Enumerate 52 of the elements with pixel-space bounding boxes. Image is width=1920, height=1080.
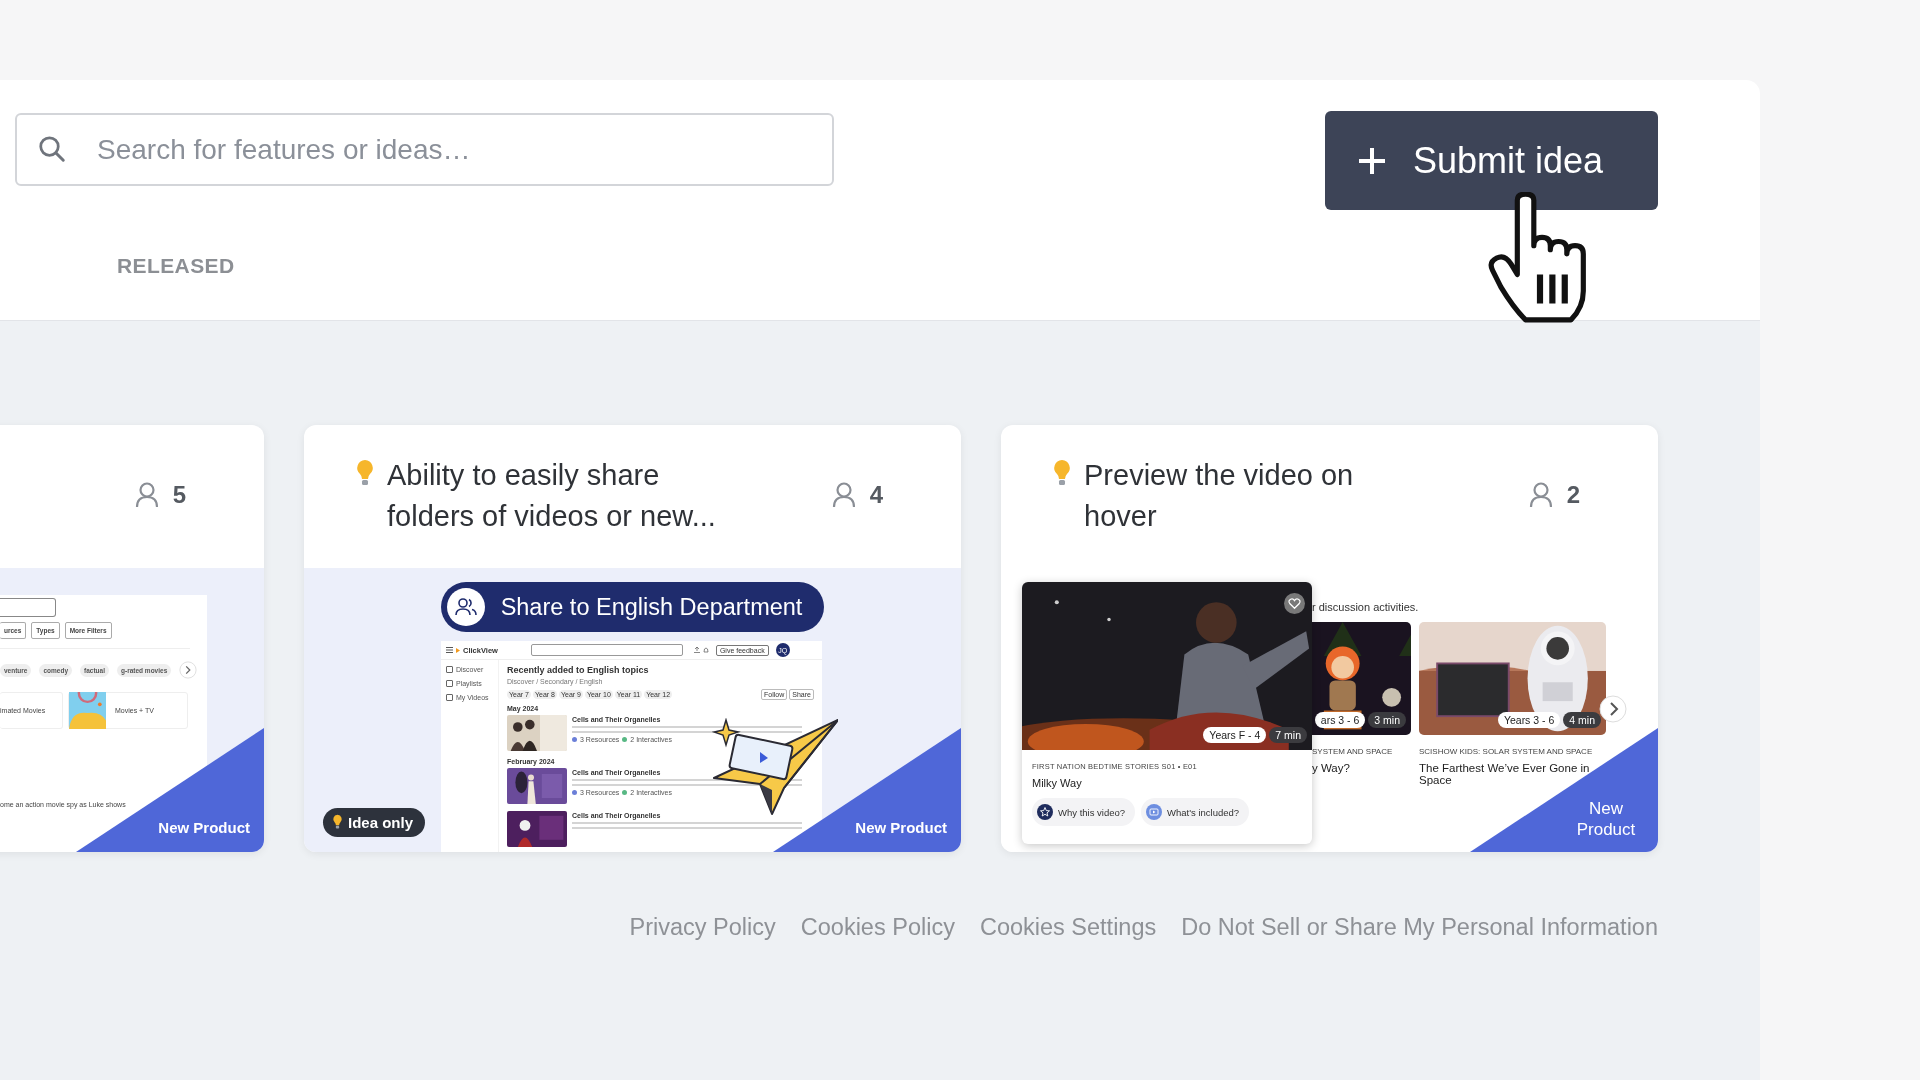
- share-pill: Share to English Department: [440, 582, 825, 632]
- person-icon: [831, 482, 856, 508]
- lightbulb-icon: [332, 814, 343, 830]
- chevron-right-icon: [179, 661, 198, 679]
- dot-icon: [622, 737, 628, 742]
- vote-count: 5: [172, 481, 186, 509]
- new-product-label: New Product: [158, 819, 250, 836]
- video-title: Milky Way: [1032, 777, 1083, 789]
- menu-icon: [446, 647, 453, 653]
- footer-link[interactable]: Privacy Policy: [629, 914, 776, 941]
- search-field: [0, 598, 56, 617]
- dot-icon: [572, 737, 577, 742]
- info-button: What's included?: [1141, 798, 1250, 826]
- footer-link[interactable]: Cookies Settings: [979, 914, 1157, 941]
- video-title: y Way?: [1312, 762, 1351, 774]
- search-field[interactable]: Search for features or ideas…: [15, 113, 834, 186]
- bell-icon: [702, 647, 709, 653]
- vote-count: 2: [1566, 481, 1580, 509]
- age-badge: Years 3 - 6: [1497, 712, 1561, 728]
- plus-icon: [1357, 145, 1387, 176]
- star-icon: [1037, 804, 1053, 820]
- duration-badge: 3 min: [1368, 712, 1406, 728]
- lightbulb-icon: [1052, 459, 1072, 487]
- idea-card[interactable]: [304, 425, 961, 852]
- idea-only-badge: Idea only: [323, 808, 426, 837]
- upload-icon: [693, 647, 700, 653]
- play-icon: [1146, 804, 1163, 820]
- dot-icon: [572, 790, 577, 795]
- series-label: SCISHOW KIDS: SOLAR SYSTEM AND SPACE: [1419, 747, 1594, 756]
- person-icon: [1528, 482, 1553, 508]
- logo-mark-icon: [456, 647, 460, 653]
- chevron-right-icon: [1599, 695, 1627, 723]
- search-icon: [37, 134, 67, 164]
- lightbulb-icon: [355, 459, 375, 487]
- info-button: Why this video?: [1032, 798, 1136, 826]
- new-product-label: New Product: [1575, 798, 1637, 840]
- duration-badge: 4 min: [1563, 712, 1601, 728]
- footer-link[interactable]: Do Not Sell or Share My Personal Information: [1181, 914, 1658, 941]
- series-label: SYSTEM AND SPACE: [1312, 747, 1394, 756]
- tab[interactable]: RELEASED: [117, 254, 235, 287]
- card-title: Preview the video on hover: [1084, 458, 1355, 534]
- footer-link[interactable]: Cookies Policy: [800, 914, 955, 941]
- description-text: r discussion activities.: [1312, 601, 1419, 613]
- page-heading: Recently added to English topics: [507, 665, 650, 675]
- submit-idea-button[interactable]: Submit idea: [1325, 111, 1658, 210]
- vote-count: 4: [869, 481, 883, 509]
- person-icon: [134, 482, 159, 508]
- card-title: Ability to easily share folders of videos or new...: [387, 458, 717, 534]
- age-badge: ars 3 - 6: [1314, 712, 1366, 728]
- video-title: The Farthest We’ve Ever Gone in Space: [1419, 762, 1591, 786]
- new-product-label: New Product: [855, 819, 947, 836]
- dot-icon: [622, 790, 628, 795]
